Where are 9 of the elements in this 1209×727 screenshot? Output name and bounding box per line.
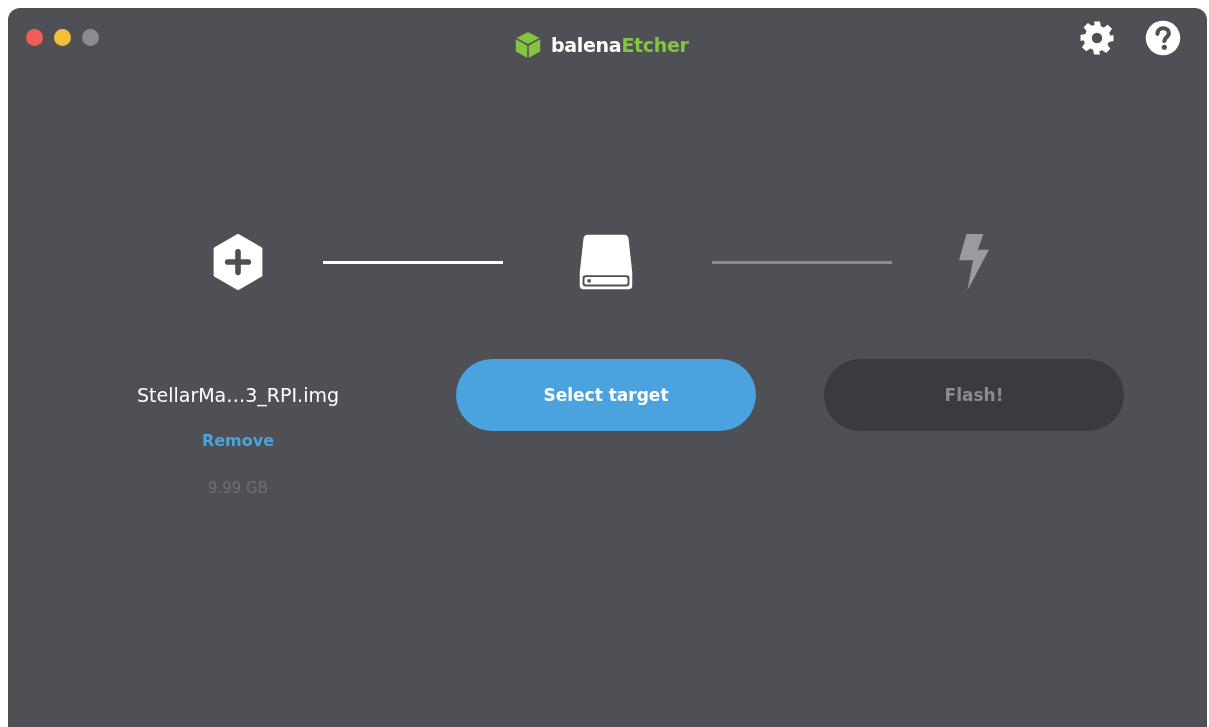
remove-link[interactable]: Remove [201,431,275,450]
settings-icon[interactable] [1079,20,1115,56]
window-control[interactable] [54,29,71,46]
app-title: balena [551,34,622,56]
app-title: Etcher [621,34,689,56]
image-filename: StellarMa…3_RPI.img [137,383,339,408]
help-icon[interactable] [1145,20,1181,56]
select-target-button[interactable]: Select target [456,359,756,431]
cube-logo-icon [513,30,543,60]
